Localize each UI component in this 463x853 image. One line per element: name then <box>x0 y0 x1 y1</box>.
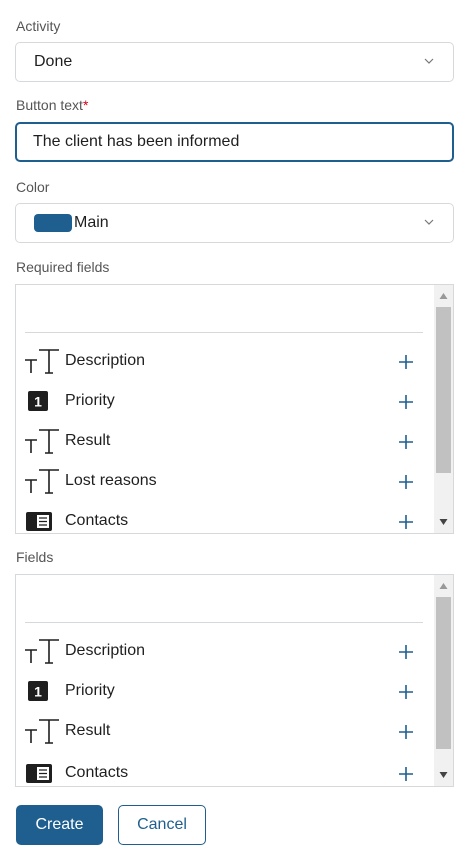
activity-label: Activity <box>16 18 61 34</box>
button-text-label: Button text* <box>16 97 89 113</box>
text-field-icon <box>23 428 63 454</box>
cancel-button[interactable]: Cancel <box>118 805 206 845</box>
divider <box>25 622 423 623</box>
required-fields-label: Required fields <box>16 259 110 275</box>
scroll-up-icon[interactable] <box>439 582 448 590</box>
chevron-down-icon <box>424 58 434 64</box>
scrollbar[interactable] <box>434 285 453 533</box>
list-item[interactable]: Result <box>23 711 423 751</box>
button-text-value: The client has been informed <box>33 133 240 150</box>
chevron-down-icon <box>424 219 434 225</box>
list-item[interactable]: Result <box>23 421 423 461</box>
color-swatch <box>34 214 72 232</box>
scroll-down-icon[interactable] <box>439 518 448 526</box>
add-icon[interactable] <box>399 515 413 529</box>
list-item[interactable]: Description <box>23 341 423 381</box>
list-item[interactable]: Lost reasons <box>23 461 423 501</box>
create-button[interactable]: Create <box>16 805 103 845</box>
scroll-down-icon[interactable] <box>439 771 448 779</box>
add-icon[interactable] <box>399 435 413 449</box>
required-fields-list[interactable]: Description 1 Priority Result Lost reaso… <box>15 284 454 534</box>
fields-label: Fields <box>16 549 54 565</box>
add-icon[interactable] <box>399 767 413 781</box>
activity-select[interactable]: Done <box>15 42 454 82</box>
add-icon[interactable] <box>399 395 413 409</box>
text-field-icon <box>23 348 63 374</box>
contact-card-icon <box>23 508 63 533</box>
add-icon[interactable] <box>399 645 413 659</box>
scroll-up-icon[interactable] <box>439 292 448 300</box>
number-field-icon: 1 <box>23 678 63 704</box>
list-item[interactable]: 1 Priority <box>23 381 423 421</box>
color-label: Color <box>16 179 50 195</box>
add-icon[interactable] <box>399 685 413 699</box>
button-text-input[interactable]: The client has been informed <box>15 122 454 162</box>
svg-text:1: 1 <box>34 684 42 700</box>
number-field-icon: 1 <box>23 388 63 414</box>
scrollbar[interactable] <box>434 575 453 786</box>
list-item[interactable]: Description <box>23 631 423 671</box>
add-icon[interactable] <box>399 475 413 489</box>
color-value: Main <box>74 214 109 231</box>
list-item[interactable]: Contacts <box>23 753 423 786</box>
color-select[interactable]: Main <box>15 203 454 243</box>
add-icon[interactable] <box>399 725 413 739</box>
activity-value: Done <box>34 53 73 70</box>
fields-list[interactable]: Description 1 Priority Result Contacts <box>15 574 454 787</box>
scrollbar-thumb[interactable] <box>436 307 451 473</box>
required-marker: * <box>82 97 89 113</box>
scrollbar-thumb[interactable] <box>436 597 451 749</box>
list-item[interactable]: 1 Priority <box>23 671 423 711</box>
list-item[interactable]: Contacts <box>23 501 423 533</box>
svg-text:1: 1 <box>34 394 42 410</box>
add-icon[interactable] <box>399 355 413 369</box>
text-field-icon <box>23 718 63 744</box>
text-field-icon <box>23 638 63 664</box>
divider <box>25 332 423 333</box>
contact-card-icon <box>23 760 63 786</box>
text-field-icon <box>23 468 63 494</box>
